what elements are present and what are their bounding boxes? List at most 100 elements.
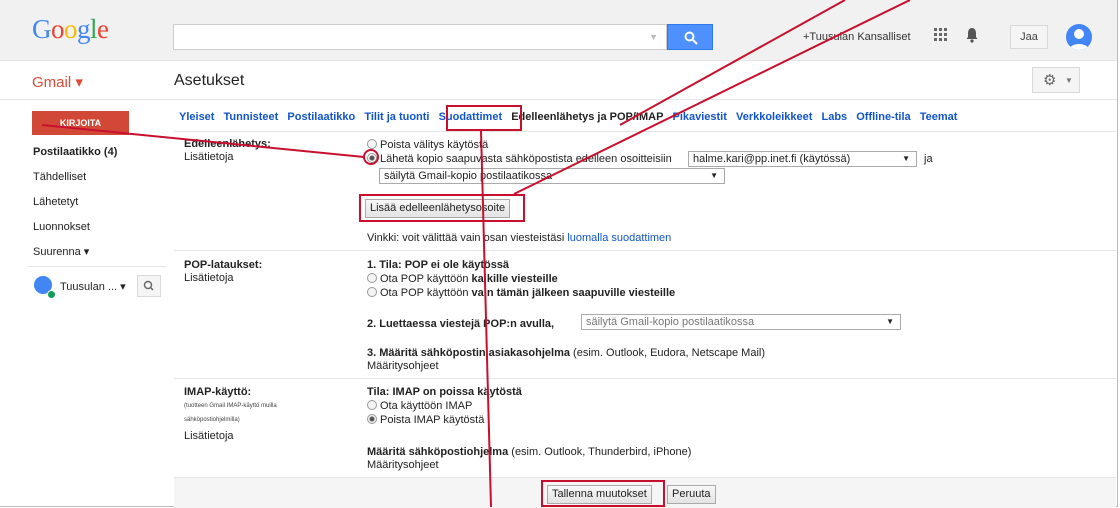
imap-section bbox=[174, 378, 1116, 478]
hangout-user-menu[interactable]: Tuusulan ... ▾ bbox=[60, 280, 126, 293]
client-heading: Määritä sähköpostiohjelma bbox=[367, 446, 509, 458]
and-text: ja bbox=[924, 153, 933, 165]
sidebar-item-more[interactable]: Suurenna ▾ bbox=[33, 245, 89, 258]
radio-button[interactable] bbox=[367, 273, 377, 283]
forwarding-on-option[interactable]: Lähetä kopio saapuvasta sähköpostista ed… bbox=[367, 153, 672, 165]
search-icon bbox=[684, 31, 698, 45]
search-icon bbox=[143, 280, 154, 291]
user-icon bbox=[1069, 29, 1089, 50]
option-label-bold: vain tämän jälkeen saapuville viesteille bbox=[471, 287, 676, 299]
forward-address-select[interactable]: halme.kari@pp.inet.fi (käytössä) ▼ bbox=[688, 151, 917, 167]
logo-letter: g bbox=[77, 14, 91, 44]
forwarding-learn-more-link[interactable]: Lisätietoja bbox=[184, 151, 234, 163]
logo-letter: o bbox=[51, 14, 65, 44]
chevron-down-icon: ▼ bbox=[886, 317, 894, 326]
radio-button[interactable] bbox=[367, 400, 377, 410]
tab-chat[interactable]: Pikaviestit bbox=[672, 111, 726, 123]
sidebar-item-sent[interactable]: Lähetetyt bbox=[33, 196, 78, 208]
select-value: säilytä Gmail-kopio postilaatikossa bbox=[586, 316, 755, 328]
sidebar-item-inbox[interactable]: Postilaatikko (4) bbox=[33, 146, 117, 158]
avatar[interactable] bbox=[1066, 24, 1092, 50]
imap-status: Tila: IMAP on poissa käytöstä bbox=[367, 386, 522, 398]
pop-keep-select[interactable]: säilytä Gmail-kopio postilaatikossa ▼ bbox=[581, 314, 901, 330]
imap-note: (tuotteen Gmail IMAP-käyttö muilla bbox=[184, 403, 277, 409]
cancel-button[interactable]: Peruuta bbox=[667, 485, 716, 504]
annotation-box bbox=[541, 480, 665, 507]
top-bar: Google ▼ +Tuusulan Kansalliset Jaa bbox=[0, 0, 1117, 61]
page-title: Asetukset bbox=[174, 72, 245, 89]
option-label: Ota POP käyttöön bbox=[380, 287, 469, 299]
chevron-down-icon: ▼ bbox=[1065, 76, 1073, 85]
forwarding-label: Edelleenlähetys: bbox=[184, 138, 271, 150]
client-examples: (esim. Outlook, Eudora, Netscape Mail) bbox=[573, 347, 766, 359]
client-heading: 3. Määritä sähköpostin asiakasohjelma bbox=[367, 347, 570, 359]
annotation-box bbox=[446, 105, 522, 131]
apps-grid-icon[interactable] bbox=[934, 28, 948, 42]
option-label: Ota POP käyttöön bbox=[380, 273, 469, 285]
annotation-box bbox=[359, 194, 525, 222]
tab-themes[interactable]: Teemat bbox=[920, 111, 958, 123]
option-label: Ota käyttöön IMAP bbox=[380, 400, 473, 412]
imap-instructions-link[interactable]: Määritysohjeet bbox=[367, 459, 439, 471]
settings-tabs: Yleiset Tunnisteet Postilaatikko Tilit j… bbox=[179, 111, 963, 123]
client-examples: (esim. Outlook, Thunderbird, iPhone) bbox=[511, 446, 692, 458]
logo-letter: l bbox=[90, 14, 98, 44]
sidebar-item-drafts[interactable]: Luonnokset bbox=[33, 221, 90, 233]
create-filter-link[interactable]: luomalla suodattimen bbox=[567, 232, 671, 244]
search-input[interactable]: ▼ bbox=[173, 24, 667, 50]
plus-profile-link[interactable]: +Tuusulan Kansalliset bbox=[803, 31, 911, 43]
compose-button[interactable]: KIRJOITA bbox=[32, 111, 129, 135]
gmail-menu[interactable]: Gmail ▾ bbox=[32, 73, 83, 91]
pop-when-label: 2. Luettaessa viestejä POP:n avulla, bbox=[367, 318, 555, 330]
pop-client-text: 3. Määritä sähköpostin asiakasohjelma (e… bbox=[367, 347, 765, 359]
option-label: Poista IMAP käytöstä bbox=[380, 414, 485, 426]
bell-icon[interactable] bbox=[966, 27, 978, 43]
logo-letter: o bbox=[64, 14, 78, 44]
chevron-down-icon[interactable]: ▼ bbox=[649, 32, 658, 42]
select-value: halme.kari@pp.inet.fi (käytössä) bbox=[693, 153, 851, 165]
imap-disable-option[interactable]: Poista IMAP käytöstä bbox=[367, 414, 484, 426]
tab-general[interactable]: Yleiset bbox=[179, 111, 214, 123]
pop-learn-more-link[interactable]: Lisätietoja bbox=[184, 272, 234, 284]
radio-button[interactable] bbox=[367, 139, 377, 149]
imap-client-text: Määritä sähköpostiohjelma (esim. Outlook… bbox=[367, 446, 691, 458]
option-label: Lähetä kopio saapuvasta sähköpostista ed… bbox=[380, 153, 672, 165]
sidebar-divider bbox=[28, 266, 166, 267]
tab-webclips[interactable]: Verkkoleikkeet bbox=[736, 111, 812, 123]
tip-text: Vinkki: voit välittää vain osan viesteis… bbox=[367, 232, 565, 244]
chevron-down-icon: ▼ bbox=[902, 154, 910, 163]
gear-icon: ⚙ bbox=[1043, 72, 1057, 89]
imap-learn-more-link[interactable]: Lisätietoja bbox=[184, 430, 234, 442]
tab-accounts[interactable]: Tilit ja tuonti bbox=[364, 111, 429, 123]
pop-status: 1. Tila: POP ei ole käytössä bbox=[367, 259, 510, 271]
share-button[interactable]: Jaa bbox=[1010, 25, 1048, 49]
pop-instructions-link[interactable]: Määritysohjeet bbox=[367, 360, 439, 372]
tab-inbox[interactable]: Postilaatikko bbox=[287, 111, 355, 123]
pop-enable-all-option[interactable]: Ota POP käyttöön kaikille viesteille bbox=[367, 273, 558, 285]
forwarding-tip: Vinkki: voit välittää vain osan viesteis… bbox=[367, 232, 671, 244]
select-value: säilytä Gmail-kopio postilaatikossa bbox=[384, 170, 553, 182]
logo-letter: e bbox=[97, 14, 109, 44]
pop-label: POP-lataukset: bbox=[184, 259, 263, 271]
sub-header: Gmail ▾ Asetukset ⚙ ▼ bbox=[0, 61, 1117, 100]
forward-keep-select[interactable]: säilytä Gmail-kopio postilaatikossa ▼ bbox=[379, 168, 725, 184]
tab-labs[interactable]: Labs bbox=[821, 111, 847, 123]
search-button[interactable] bbox=[667, 24, 713, 50]
radio-button[interactable] bbox=[367, 153, 377, 163]
imap-label: IMAP-käyttö: bbox=[184, 386, 252, 398]
tab-labels[interactable]: Tunnisteet bbox=[224, 111, 279, 123]
option-label-bold: kaikille viesteille bbox=[471, 273, 558, 285]
option-label: Poista välitys käytöstä bbox=[380, 139, 489, 151]
imap-enable-option[interactable]: Ota käyttöön IMAP bbox=[367, 400, 472, 412]
google-logo[interactable]: Google bbox=[32, 14, 109, 45]
sidebar-item-starred[interactable]: Tähdelliset bbox=[33, 171, 86, 183]
forwarding-off-option[interactable]: Poista välitys käytöstä bbox=[367, 139, 488, 151]
chevron-down-icon: ▼ bbox=[710, 171, 718, 180]
tab-offline[interactable]: Offline-tila bbox=[856, 111, 910, 123]
hangout-search-button[interactable] bbox=[137, 275, 161, 297]
pop-enable-new-option[interactable]: Ota POP käyttöön vain tämän jälkeen saap… bbox=[367, 287, 675, 299]
radio-button[interactable] bbox=[367, 414, 377, 424]
settings-button[interactable]: ⚙ ▼ bbox=[1032, 67, 1080, 93]
tab-forwarding[interactable]: Edelleenlähetys ja POP/IMAP bbox=[511, 111, 663, 123]
radio-button[interactable] bbox=[367, 287, 377, 297]
